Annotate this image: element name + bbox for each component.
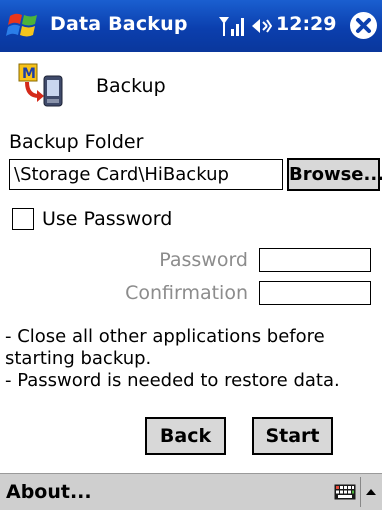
backup-app-icon: M — [18, 63, 63, 107]
back-button[interactable]: Back — [145, 417, 226, 455]
keyboard-icon[interactable] — [334, 484, 356, 500]
windows-flag-icon[interactable] — [4, 6, 44, 46]
password-label: Password — [159, 249, 248, 271]
menu-bar: About... — [0, 473, 382, 510]
browse-button[interactable]: Browse... — [287, 158, 382, 191]
chevron-up-icon — [366, 489, 376, 495]
confirmation-label: Confirmation — [125, 282, 248, 304]
speaker-volume-icon[interactable] — [250, 16, 272, 36]
svg-text:M: M — [22, 66, 36, 82]
about-menu[interactable]: About... — [6, 481, 92, 503]
clock[interactable]: 12:29 — [276, 13, 336, 35]
use-password-label[interactable]: Use Password — [42, 208, 172, 230]
close-icon — [356, 18, 371, 33]
title-bar: Data Backup 12:29 — [0, 0, 382, 52]
instruction-line-2: - Password is needed to restore data. — [5, 370, 340, 391]
instruction-line-1: - Close all other applications before st… — [5, 326, 325, 369]
password-input[interactable] — [259, 248, 371, 272]
backup-folder-input[interactable]: \Storage Card\HiBackup — [9, 159, 283, 190]
section-title: Backup — [96, 75, 166, 97]
input-panel-toggle[interactable] — [360, 477, 380, 507]
close-button[interactable] — [350, 12, 377, 39]
signal-strength-icon[interactable] — [218, 15, 246, 37]
window-title: Data Backup — [50, 13, 188, 35]
instructions-text: - Close all other applications before st… — [5, 326, 380, 392]
start-button[interactable]: Start — [252, 417, 333, 455]
backup-folder-label: Backup Folder — [9, 131, 144, 153]
use-password-checkbox[interactable] — [12, 208, 34, 230]
confirmation-input[interactable] — [259, 281, 371, 305]
